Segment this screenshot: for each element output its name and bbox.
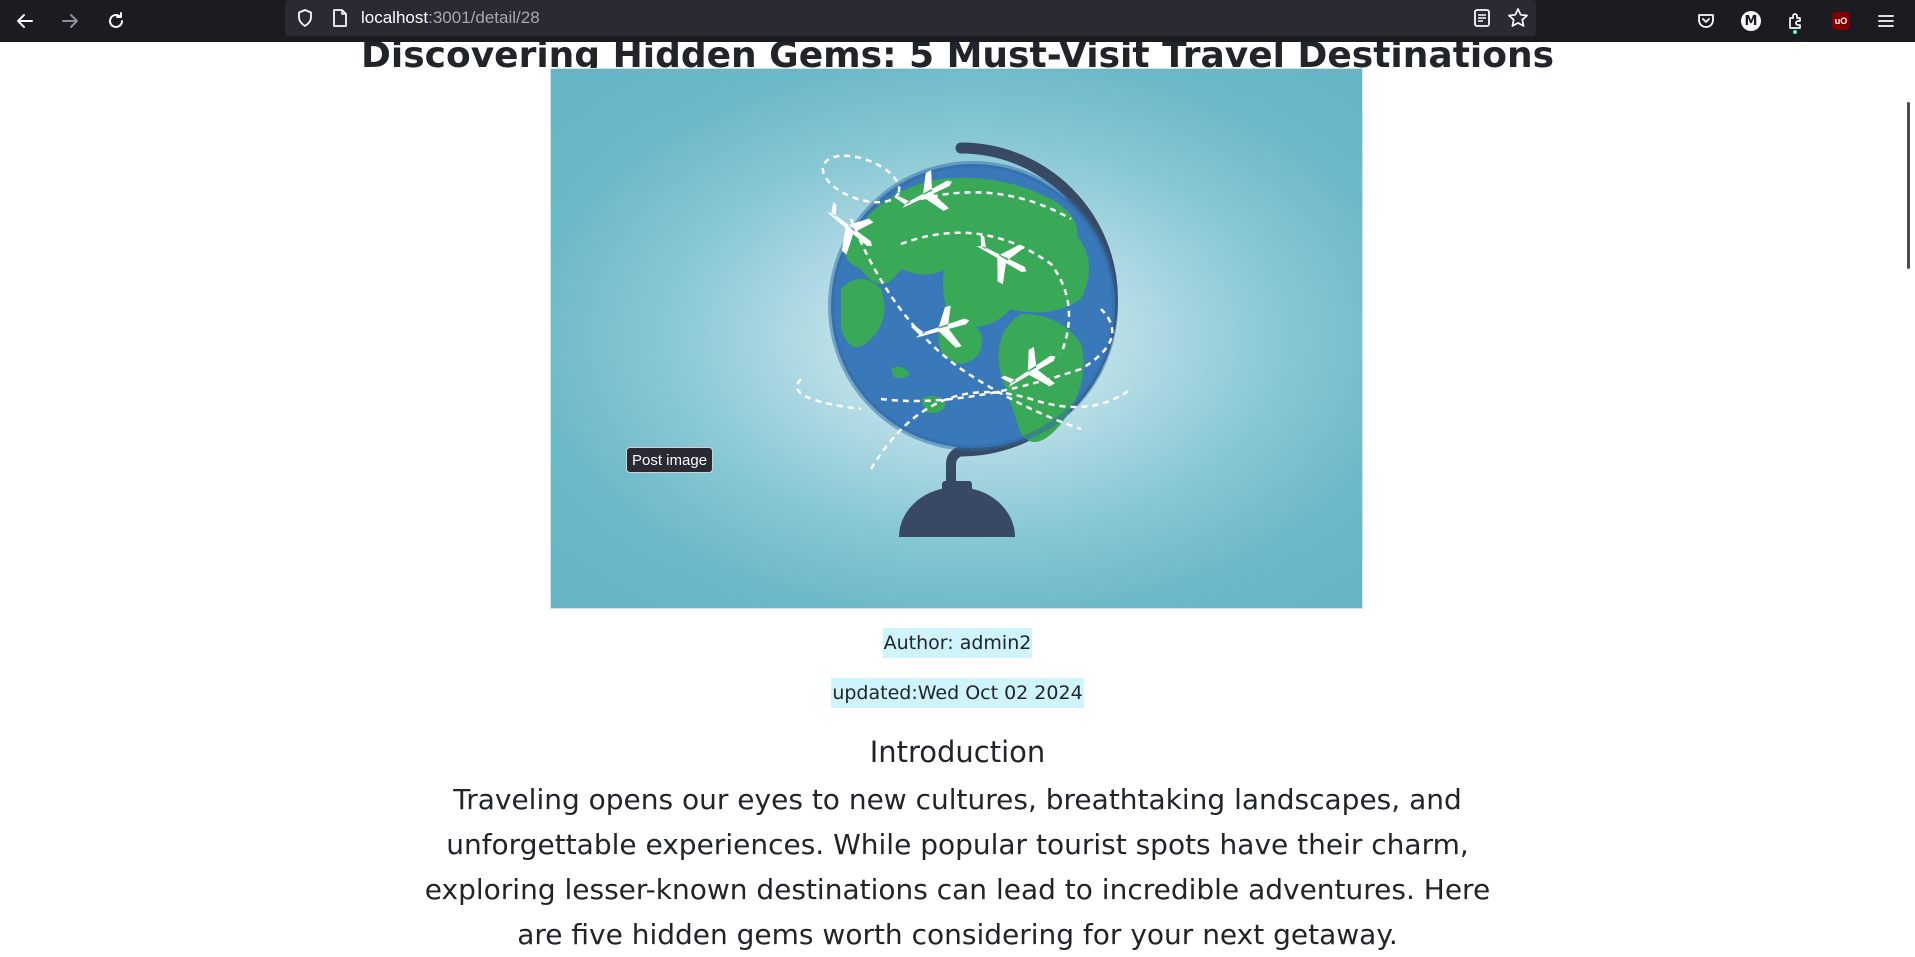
- extensions-icon: [1789, 13, 1801, 29]
- forward-arrow-icon: [62, 14, 78, 28]
- pocket-button[interactable]: [1689, 4, 1723, 38]
- bookmark-button[interactable]: [1507, 7, 1529, 29]
- account-button[interactable]: M: [1734, 4, 1768, 38]
- url-host: localhost: [361, 8, 429, 27]
- globe-illustration: [795, 142, 1132, 537]
- page-icon: [333, 9, 347, 27]
- author-label: Author: admin2: [882, 628, 1033, 658]
- pocket-icon: [1698, 14, 1714, 28]
- reader-view-icon: [1474, 9, 1490, 27]
- reader-view-button[interactable]: [1471, 7, 1493, 29]
- back-button[interactable]: [8, 4, 42, 38]
- ublock-icon: uO: [1832, 12, 1850, 30]
- shield-icon: [298, 9, 312, 27]
- app-menu-button[interactable]: [1869, 4, 1903, 38]
- extension-update-dot: [1793, 30, 1797, 34]
- page-scrollbar[interactable]: [1903, 42, 1915, 955]
- reload-icon: [109, 12, 123, 28]
- site-info-button[interactable]: [329, 7, 351, 29]
- tracking-protection-button[interactable]: [294, 7, 316, 29]
- url-text[interactable]: localhost:3001/detail/28: [361, 0, 540, 36]
- post-image: [550, 68, 1363, 609]
- author-row: Author: admin2: [0, 628, 1915, 658]
- intro-paragraph: Traveling opens our eyes to new cultures…: [424, 783, 1491, 951]
- image-tooltip: Post image: [626, 447, 714, 473]
- ublock-button[interactable]: uO: [1824, 4, 1858, 38]
- menu-icon: [1878, 15, 1894, 27]
- forward-button[interactable]: [53, 4, 87, 38]
- back-arrow-icon: [17, 14, 33, 28]
- reload-button[interactable]: [99, 4, 133, 38]
- url-path: :3001/detail/28: [428, 8, 540, 27]
- updated-row: updated:Wed Oct 02 2024: [0, 678, 1915, 708]
- url-bar[interactable]: localhost:3001/detail/28: [285, 0, 1536, 36]
- star-icon: [1508, 8, 1528, 27]
- updated-label: updated:Wed Oct 02 2024: [831, 678, 1084, 708]
- intro-heading: Introduction: [869, 735, 1046, 769]
- scrollbar-thumb[interactable]: [1907, 102, 1910, 269]
- browser-toolbar: localhost:3001/detail/28 M uO: [0, 0, 1915, 42]
- account-icon: M: [1741, 11, 1761, 31]
